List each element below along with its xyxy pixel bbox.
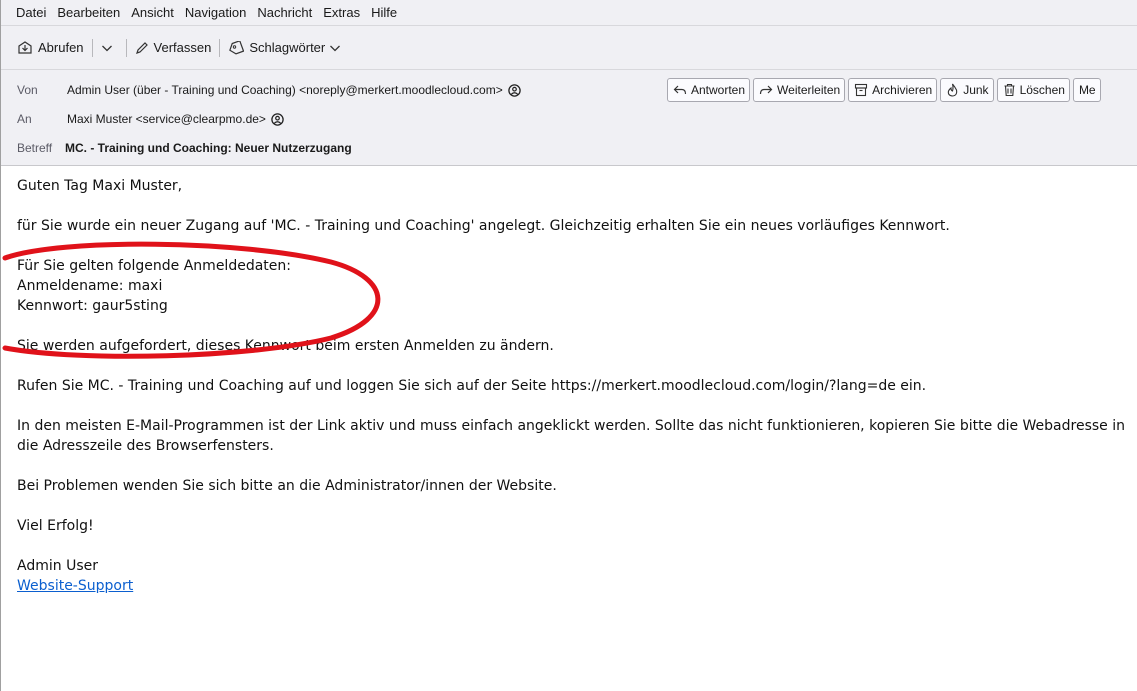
to-address[interactable]: Maxi Muster <service@clearpmo.de> [67, 112, 266, 126]
credentials-block: Für Sie gelten folgende Anmeldedaten: An… [17, 256, 1132, 316]
archive-label: Archivieren [872, 83, 933, 97]
greeting: Guten Tag Maxi Muster, [17, 178, 183, 194]
reply-button[interactable]: Antworten [667, 78, 751, 102]
junk-button[interactable]: Junk [940, 78, 994, 102]
message-actions: Antworten Weiterleiten Archivieren Junk … [667, 78, 1104, 102]
from-label: Von [17, 83, 38, 97]
fetch-button[interactable]: Abrufen [17, 40, 84, 55]
chevron-down-icon [101, 45, 112, 51]
compose-label: Verfassen [153, 40, 212, 55]
credentials-heading: Für Sie gelten folgende Anmeldedaten: [17, 258, 291, 274]
menu-datei[interactable]: Datei [16, 5, 46, 20]
menu-bar: Datei Bearbeiten Ansicht Navigation Nach… [1, 0, 1137, 26]
archive-icon [855, 83, 868, 97]
change-notice: Sie werden aufgefordert, dieses Kennwort… [17, 338, 554, 354]
toolbar-divider [91, 38, 93, 57]
message-header: Von Admin User (über - Training und Coac… [1, 70, 1137, 166]
signature: Admin User Website-Support [17, 556, 1132, 596]
archive-button[interactable]: Archivieren [848, 78, 938, 102]
menu-hilfe[interactable]: Hilfe [371, 5, 397, 20]
flame-icon [947, 83, 958, 97]
tag-icon [229, 40, 245, 55]
reply-label: Antworten [691, 83, 746, 97]
toolbar-divider [219, 38, 221, 57]
fetch-dropdown-button[interactable] [101, 43, 118, 53]
message-body: Guten Tag Maxi Muster, für Sie wurde ein… [17, 176, 1132, 616]
signature-name: Admin User [17, 558, 98, 574]
password-line: Kennwort: gaur5sting [17, 298, 168, 314]
delete-button[interactable]: Löschen [996, 78, 1070, 102]
compose-button[interactable]: Verfassen [135, 40, 212, 55]
menu-bearbeiten[interactable]: Bearbeiten [57, 5, 120, 20]
mail-window: Datei Bearbeiten Ansicht Navigation Nach… [0, 0, 1137, 691]
to-value[interactable]: Maxi Muster <service@clearpmo.de> [67, 112, 284, 126]
contact-icon[interactable] [271, 112, 284, 126]
forward-icon [759, 85, 773, 95]
menu-navigation[interactable]: Navigation [185, 5, 246, 20]
fetch-label: Abrufen [38, 40, 84, 55]
link-notice: In den meisten E-Mail-Programmen ist der… [17, 418, 1125, 454]
pencil-icon [135, 41, 148, 54]
junk-label: Junk [963, 83, 989, 97]
from-value[interactable]: Admin User (über - Training und Coaching… [67, 83, 521, 97]
from-address[interactable]: Admin User (über - Training und Coaching… [67, 83, 503, 97]
menu-nachricht[interactable]: Nachricht [257, 5, 312, 20]
closing: Viel Erfolg! [17, 518, 94, 534]
login-instruction: Rufen Sie MC. - Training und Coaching au… [17, 378, 927, 394]
reply-icon [673, 85, 687, 95]
more-label: Me [1078, 83, 1096, 97]
toolbar-divider [125, 38, 127, 57]
menu-extras[interactable]: Extras [323, 5, 360, 20]
delete-label: Löschen [1019, 83, 1065, 97]
main-toolbar: Abrufen Verfassen Schlagwörter [1, 26, 1137, 70]
contact-icon[interactable] [507, 83, 521, 97]
intro-paragraph: für Sie wurde ein neuer Zugang auf 'MC. … [17, 218, 950, 234]
menu-ansicht[interactable]: Ansicht [131, 5, 174, 20]
fetch-icon [18, 40, 32, 54]
forward-button[interactable]: Weiterleiten [753, 78, 846, 102]
tags-label: Schlagwörter [249, 40, 326, 55]
to-label: An [17, 112, 32, 126]
tags-button[interactable]: Schlagwörter [228, 40, 346, 55]
forward-label: Weiterleiten [777, 83, 841, 97]
trash-icon [1004, 83, 1015, 97]
username-line: Anmeldename: maxi [17, 278, 163, 294]
more-button[interactable]: Me [1072, 78, 1101, 102]
support-link[interactable]: Website-Support [17, 578, 133, 594]
subject-value: MC. - Training und Coaching: Neuer Nutze… [65, 141, 352, 155]
problems-paragraph: Bei Problemen wenden Sie sich bitte an d… [17, 478, 557, 494]
chevron-down-icon [330, 45, 341, 51]
subject-label: Betreff [17, 141, 53, 155]
